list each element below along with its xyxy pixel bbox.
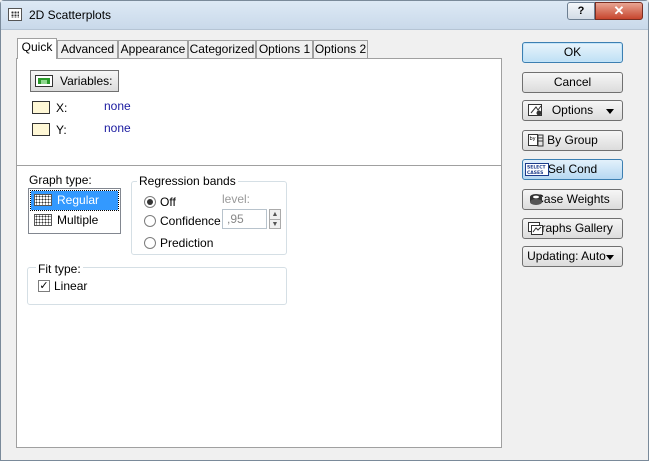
chevron-down-icon (606, 255, 614, 260)
regression-off-label: Off (160, 195, 176, 209)
y-variable-label: Y: (56, 123, 67, 137)
updating-dropdown[interactable]: Updating: Auto (522, 246, 623, 267)
updating-label: Updating: Auto (527, 249, 606, 263)
graph-type-regular[interactable]: Regular (30, 190, 119, 211)
tab-advanced[interactable]: Advanced (57, 40, 118, 58)
svg-text:by: by (530, 136, 536, 142)
regression-confidence-radio[interactable] (144, 215, 156, 227)
regression-bands-label: Regression bands (137, 174, 238, 188)
spin-up-icon[interactable]: ▲ (270, 210, 280, 220)
help-button[interactable]: ? (567, 2, 595, 20)
sel-cond-label: Sel Cond (547, 162, 598, 176)
x-variable-icon (32, 101, 50, 114)
graph-type-multiple-label: Multiple (57, 213, 99, 227)
tab-categorized[interactable]: Categorized (188, 40, 256, 58)
window-title: 2D Scatterplots (29, 8, 112, 22)
scatter-regular-icon (34, 194, 52, 206)
regression-prediction-radio[interactable] (144, 237, 156, 249)
svg-text:CASES: CASES (527, 170, 543, 176)
regression-off-radio[interactable] (144, 196, 156, 208)
by-group-label: By Group (547, 133, 598, 147)
y-variable-value[interactable]: none (104, 121, 131, 135)
graph-type-multiple[interactable]: Multiple (31, 211, 118, 230)
variables-icon (35, 75, 53, 87)
fit-type-label: Fit type: (36, 262, 83, 276)
options-icon (528, 104, 542, 116)
level-input[interactable]: ,95 (222, 209, 267, 229)
select-cases-icon: SELECT CASES (525, 163, 549, 176)
x-variable-value[interactable]: none (104, 99, 131, 113)
section-divider (17, 165, 501, 166)
options-button[interactable]: Options (522, 100, 623, 121)
y-variable-icon (32, 123, 50, 136)
sel-cond-button[interactable]: SELECT CASES Sel Cond (522, 159, 623, 180)
close-button[interactable]: ✕ (595, 2, 643, 20)
chevron-down-icon (606, 109, 614, 114)
graph-type-regular-label: Regular (57, 193, 100, 207)
graph-type-label: Graph type: (29, 173, 92, 187)
linear-checkbox[interactable]: ✓ (38, 280, 50, 292)
case-weights-label: Case Weights (535, 192, 610, 206)
scatter-multiple-icon (34, 214, 52, 226)
tab-appearance[interactable]: Appearance (118, 40, 188, 58)
options-button-label: Options (551, 103, 594, 117)
regression-prediction-label: Prediction (160, 236, 214, 250)
level-label: level: (222, 192, 251, 206)
spin-down-icon[interactable]: ▼ (270, 220, 280, 229)
graph-type-list[interactable]: Regular Multiple (28, 188, 121, 234)
graphs-gallery-button[interactable]: Graphs Gallery (522, 218, 623, 239)
svg-text:SELECT: SELECT (527, 165, 547, 171)
x-variable-label: X: (56, 101, 68, 115)
by-group-button[interactable]: by By Group (522, 130, 623, 151)
case-weights-button[interactable]: Case Weights (522, 189, 623, 210)
by-group-icon: by (528, 134, 544, 147)
linear-label: Linear (54, 279, 88, 293)
variables-button-label: Variables: (60, 74, 113, 88)
level-spinner[interactable]: ▲ ▼ (269, 209, 281, 229)
cancel-button[interactable]: Cancel (522, 72, 623, 93)
variables-button[interactable]: Variables: (30, 70, 119, 92)
regression-confidence-label: Confidence (160, 214, 221, 228)
scatterplot-icon (8, 8, 22, 21)
weights-icon (530, 194, 542, 205)
tab-options-1[interactable]: Options 1 (256, 40, 313, 58)
tab-options-2[interactable]: Options 2 (313, 40, 368, 58)
tab-quick[interactable]: Quick (17, 38, 57, 59)
gallery-icon (528, 222, 543, 235)
title-bar: 2D Scatterplots ? ✕ (1, 1, 648, 30)
graphs-gallery-label: Graphs Gallery (532, 221, 613, 235)
ok-button[interactable]: OK (522, 42, 623, 63)
